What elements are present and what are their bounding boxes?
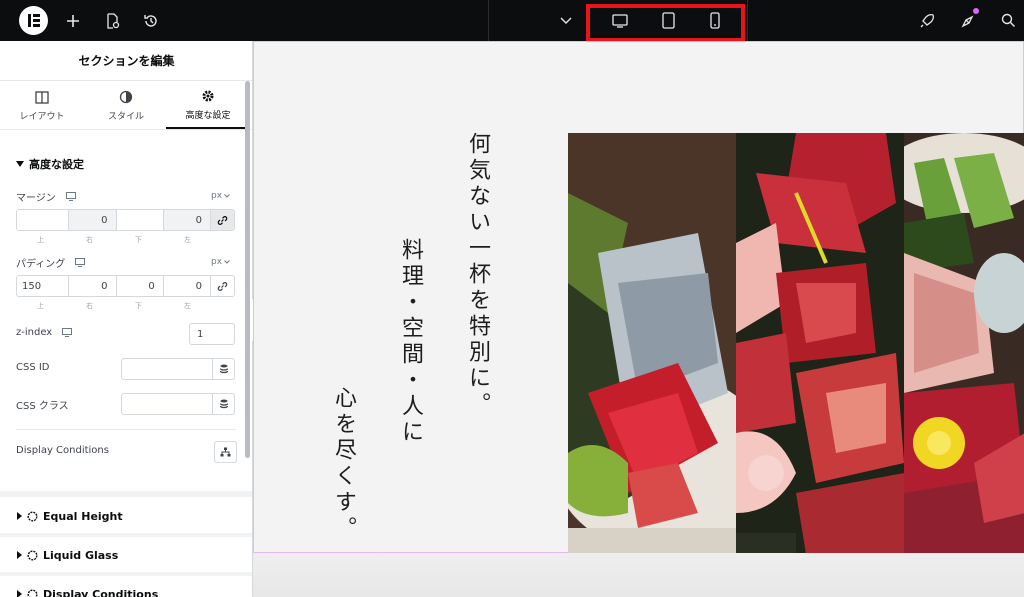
link-icon bbox=[217, 281, 228, 291]
css-id-dynamic-button[interactable] bbox=[212, 358, 235, 380]
margin-label: マージン bbox=[16, 189, 76, 204]
panel-scrollbar[interactable] bbox=[245, 81, 250, 458]
section-divider bbox=[0, 491, 252, 497]
toolbar-divider bbox=[747, 0, 748, 41]
advanced-heading: 高度な設定 bbox=[29, 158, 84, 171]
padding-inputs: 150 0 0 0 bbox=[16, 275, 235, 297]
padding-link-button[interactable] bbox=[211, 276, 234, 296]
plus-icon bbox=[67, 14, 79, 27]
css-id-input[interactable] bbox=[121, 358, 213, 380]
add-element-button[interactable] bbox=[60, 0, 86, 41]
editor-canvas: 何気ない一杯を特別に。 料理・空間・人に 心を尽くす。 bbox=[253, 41, 1024, 597]
elementor-logo-icon[interactable] bbox=[19, 6, 48, 35]
responsive-desktop-icon[interactable] bbox=[75, 258, 86, 267]
zindex-label: z-index bbox=[16, 327, 73, 338]
margin-right-input[interactable]: 0 bbox=[69, 210, 117, 230]
css-class-input[interactable] bbox=[121, 393, 213, 415]
tab-label: スタイル bbox=[107, 111, 144, 122]
responsive-desktop-icon[interactable] bbox=[65, 192, 76, 201]
top-bar bbox=[0, 0, 1024, 42]
zindex-input[interactable]: 1 bbox=[189, 323, 235, 345]
padding-top-input[interactable]: 150 bbox=[17, 276, 70, 296]
padding-right-input[interactable]: 0 bbox=[69, 276, 117, 296]
half-circle-icon bbox=[119, 90, 133, 104]
caret-down-icon bbox=[16, 161, 24, 167]
tab-advanced[interactable]: 高度な設定 bbox=[166, 81, 250, 129]
equal-height-section-toggle[interactable]: Equal Height bbox=[0, 499, 252, 533]
css-class-dynamic-button[interactable] bbox=[212, 393, 235, 415]
chevron-down-icon bbox=[224, 194, 230, 198]
divider bbox=[16, 429, 236, 430]
gear-icon bbox=[202, 90, 214, 102]
sitemap-icon bbox=[220, 447, 231, 457]
margin-link-button[interactable] bbox=[211, 210, 234, 230]
rocket-icon bbox=[920, 13, 935, 27]
sashimi-photo bbox=[568, 133, 736, 554]
tab-label: 高度な設定 bbox=[185, 110, 231, 121]
database-icon bbox=[219, 364, 228, 374]
history-icon bbox=[144, 14, 157, 27]
tab-label: レイアウト bbox=[19, 111, 65, 122]
advanced-section-toggle[interactable]: 高度な設定 bbox=[16, 156, 84, 172]
chicken-sashimi-photo bbox=[904, 133, 1024, 554]
columns-icon bbox=[35, 90, 49, 104]
canvas-bottom-area bbox=[253, 553, 1024, 597]
margin-left-input[interactable]: 0 bbox=[163, 210, 211, 230]
section-divider bbox=[0, 572, 252, 576]
section-divider bbox=[0, 533, 252, 537]
css-id-label: CSS ID bbox=[16, 362, 50, 373]
padding-side-labels: 上 右 下 左 bbox=[37, 302, 191, 310]
chevron-down-icon bbox=[224, 260, 230, 264]
notification-badge bbox=[973, 8, 979, 14]
search-button[interactable] bbox=[995, 0, 1021, 41]
launchpad-button[interactable] bbox=[914, 0, 940, 41]
tab-layout[interactable]: レイアウト bbox=[0, 81, 84, 129]
margin-unit-select[interactable]: px bbox=[211, 191, 230, 201]
margin-side-labels: 上 右 下 左 bbox=[37, 236, 191, 244]
page-settings-button[interactable] bbox=[99, 0, 125, 41]
search-icon bbox=[1001, 13, 1015, 27]
addon-badge-icon bbox=[27, 549, 38, 561]
padding-unit-select[interactable]: px bbox=[211, 257, 230, 267]
padding-label: パディング bbox=[16, 255, 86, 270]
padding-left-input[interactable]: 0 bbox=[163, 276, 211, 296]
device-switcher-highlight bbox=[586, 4, 745, 42]
margin-inputs: 0 0 bbox=[16, 209, 235, 231]
tabs-divider bbox=[0, 129, 252, 130]
caret-right-icon bbox=[17, 551, 22, 559]
addon-badge-icon bbox=[27, 589, 38, 597]
notifications-icon bbox=[961, 15, 973, 28]
tab-style[interactable]: スタイル bbox=[84, 81, 168, 129]
display-conditions-section-toggle[interactable]: Display Conditions bbox=[0, 577, 252, 597]
display-conditions-label: Display Conditions bbox=[16, 445, 109, 456]
whats-new-button[interactable] bbox=[955, 0, 981, 41]
page-settings-icon bbox=[107, 12, 120, 29]
tagline-column-3: 心を尽くす。 bbox=[331, 386, 356, 542]
caret-right-icon bbox=[17, 512, 22, 520]
editor-panel: セクションを編集 レイアウト スタイル 高度な設定 高度な設定 マージン px … bbox=[0, 41, 253, 597]
link-icon bbox=[217, 215, 228, 225]
padding-bottom-input[interactable]: 0 bbox=[116, 276, 164, 296]
tagline-column-1: 何気ない一杯を特別に。 bbox=[465, 132, 490, 418]
display-conditions-button[interactable] bbox=[214, 441, 237, 463]
caret-right-icon bbox=[17, 590, 22, 597]
database-icon bbox=[219, 399, 228, 409]
liquid-glass-section-toggle[interactable]: Liquid Glass bbox=[0, 538, 252, 572]
chevron-down-icon bbox=[560, 17, 572, 24]
history-button[interactable] bbox=[138, 0, 164, 41]
device-dropdown-button[interactable] bbox=[556, 0, 576, 41]
wagyu-photo bbox=[736, 133, 904, 554]
toolbar-divider bbox=[488, 0, 489, 41]
responsive-desktop-icon[interactable] bbox=[62, 328, 73, 337]
margin-bottom-input[interactable] bbox=[116, 210, 164, 230]
tagline-column-2: 料理・空間・人に bbox=[398, 238, 423, 446]
panel-title: セクションを編集 bbox=[0, 41, 252, 81]
css-class-label: CSS クラス bbox=[16, 401, 69, 412]
selected-section[interactable]: 何気ない一杯を特別に。 料理・空間・人に 心を尽くす。 bbox=[253, 41, 1024, 554]
margin-top-input[interactable] bbox=[17, 210, 70, 230]
addon-badge-icon bbox=[27, 510, 38, 522]
